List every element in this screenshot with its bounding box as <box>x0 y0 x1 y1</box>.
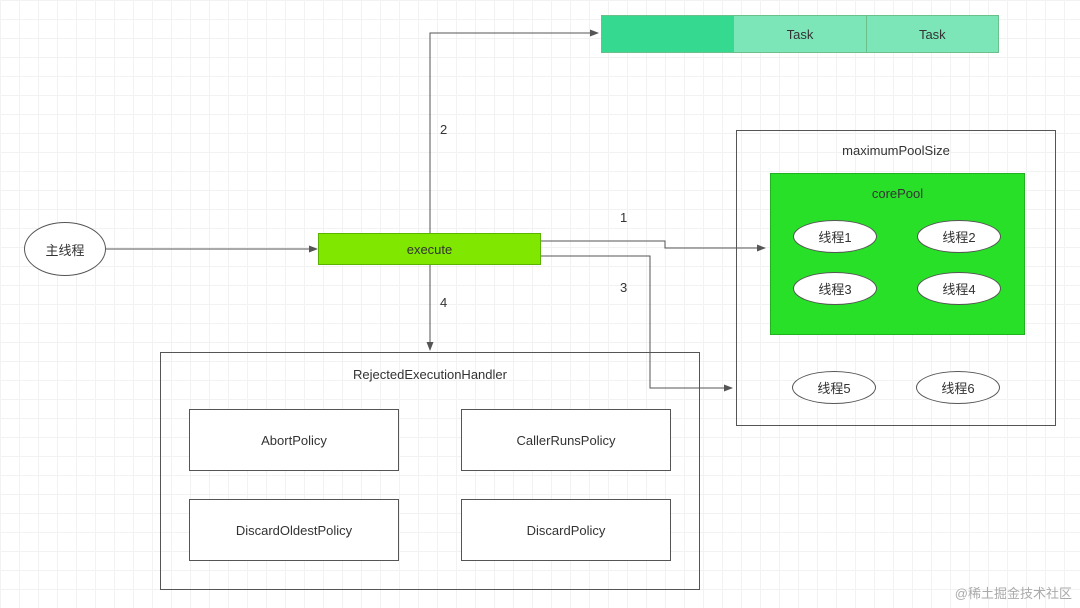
task-cell: Task <box>866 16 998 52</box>
thread-node: 线程4 <box>917 272 1001 305</box>
thread-node: 线程1 <box>793 220 877 253</box>
policy-box: CallerRunsPolicy <box>461 409 671 471</box>
main-thread-label: 主线程 <box>45 240 84 259</box>
policy-box: AbortPolicy <box>189 409 399 471</box>
edge-label-3: 3 <box>620 280 627 295</box>
policy-box: DiscardOldestPolicy <box>189 499 399 561</box>
maximum-pool-title: maximumPoolSize <box>737 143 1055 158</box>
edge-label-1: 1 <box>620 210 627 225</box>
thread-node: 线程3 <box>793 272 877 305</box>
main-thread-node: 主线程 <box>24 222 106 276</box>
rejected-handler-title: RejectedExecutionHandler <box>161 367 699 382</box>
edge-label-2: 2 <box>440 122 447 137</box>
execute-box: execute <box>318 233 541 265</box>
maximum-pool-box: maximumPoolSize corePool 线程1 线程2 线程3 线程4… <box>736 130 1056 426</box>
policy-box: DiscardPolicy <box>461 499 671 561</box>
task-cell: Task <box>733 16 865 52</box>
thread-node: 线程5 <box>792 371 876 404</box>
task-cell-empty <box>602 16 733 52</box>
core-pool-title: corePool <box>771 186 1024 201</box>
thread-node: 线程2 <box>917 220 1001 253</box>
watermark: @稀土掘金技术社区 <box>955 583 1072 602</box>
rejected-handler-box: RejectedExecutionHandler AbortPolicy Cal… <box>160 352 700 590</box>
edge-label-4: 4 <box>440 295 447 310</box>
task-queue: Task Task <box>601 15 999 53</box>
execute-label: execute <box>407 242 453 257</box>
core-pool-box: corePool 线程1 线程2 线程3 线程4 <box>770 173 1025 335</box>
thread-node: 线程6 <box>916 371 1000 404</box>
